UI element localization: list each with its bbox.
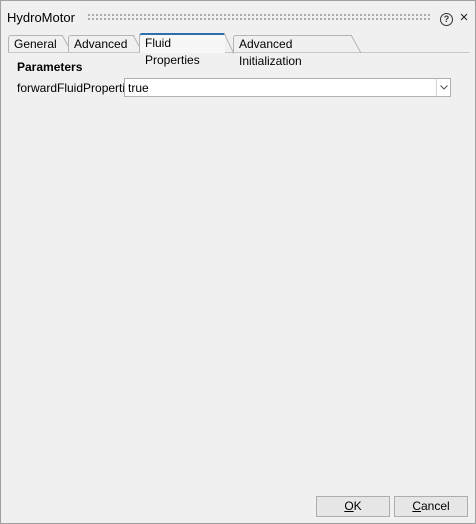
section-title-parameters: Parameters <box>17 60 83 74</box>
tab-fluid-properties[interactable]: Fluid Properties <box>139 33 234 67</box>
cancel-label-rest: ancel <box>420 499 450 513</box>
hydromotor-dialog: HydroMotor ? × General Advanced Fluid Pr… <box>0 0 476 524</box>
cancel-mnemonic: C <box>412 499 421 513</box>
tab-strip: General Advanced Fluid Properties Advanc… <box>8 33 470 68</box>
dropdown-button[interactable] <box>436 79 450 96</box>
drag-grip[interactable] <box>87 13 431 22</box>
forward-fluid-properties-dropdown[interactable]: true <box>124 78 451 97</box>
window-title: HydroMotor <box>7 10 75 25</box>
ok-mnemonic: O <box>344 499 354 513</box>
ok-button[interactable]: OK <box>316 496 390 517</box>
close-icon[interactable]: × <box>457 10 471 26</box>
help-icon[interactable]: ? <box>440 13 453 26</box>
tab-advanced[interactable]: Advanced <box>68 35 143 53</box>
title-bar[interactable]: HydroMotor ? × <box>1 1 475 31</box>
tab-advanced-initialization[interactable]: Advanced Initialization <box>233 35 361 68</box>
tab-general[interactable]: General <box>8 35 72 53</box>
param-label-forward-fluid-properties: forwardFluidProperties <box>17 81 138 95</box>
cancel-button[interactable]: Cancel <box>394 496 468 517</box>
dropdown-value: true <box>128 81 149 95</box>
ok-label-rest: K <box>353 499 362 513</box>
chevron-down-icon <box>440 85 448 90</box>
